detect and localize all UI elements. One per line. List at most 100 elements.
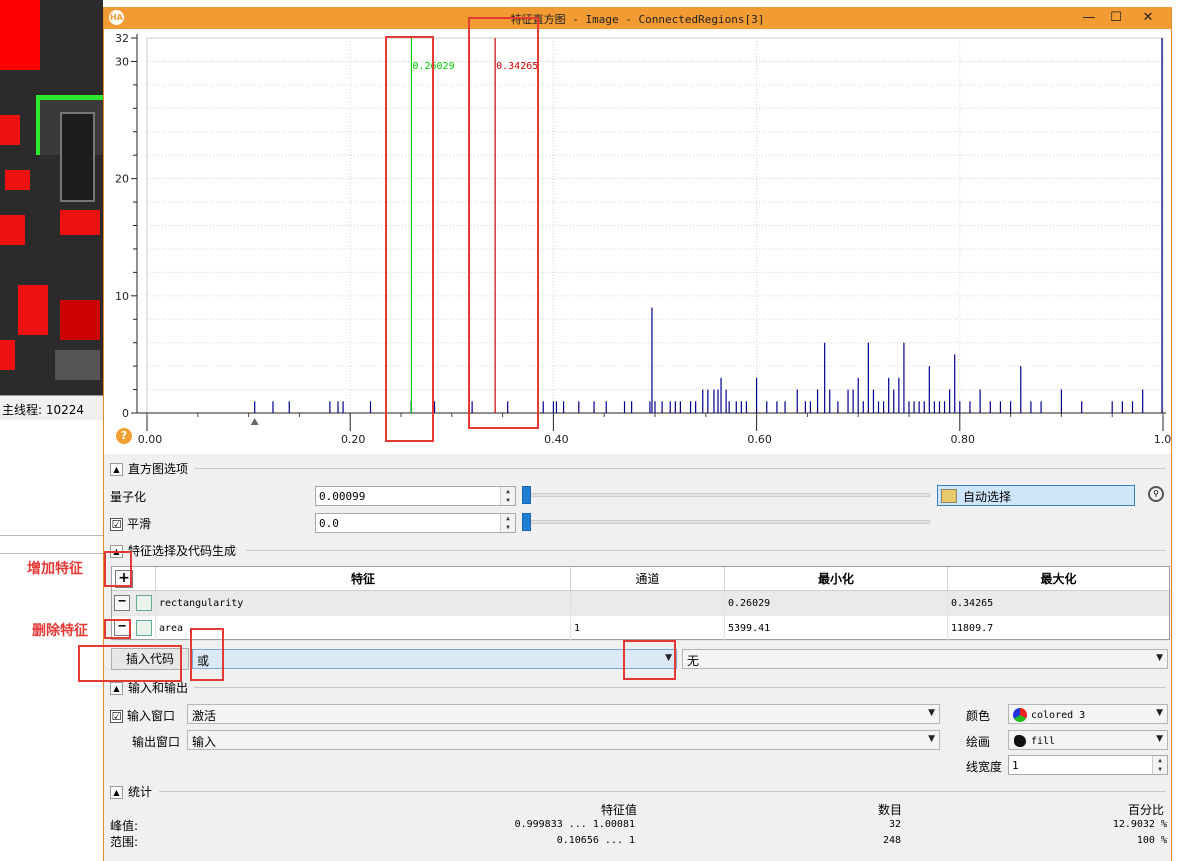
collapse-icon[interactable]: ▲ bbox=[110, 682, 123, 695]
smooth-slider-handle[interactable] bbox=[522, 513, 531, 531]
cell-max[interactable]: 11809.7 bbox=[948, 616, 1169, 641]
collapse-icon[interactable]: ▲ bbox=[110, 545, 123, 558]
column-header-min[interactable]: 最小化 bbox=[725, 567, 948, 591]
combine-select[interactable]: 或 ▼ bbox=[192, 649, 677, 669]
zoom-icon[interactable]: ⚲ bbox=[1148, 486, 1164, 502]
cell-channel[interactable] bbox=[571, 591, 725, 616]
cell-feature[interactable]: rectangularity bbox=[156, 591, 571, 616]
fill-shape-icon bbox=[1014, 735, 1026, 747]
quantize-stepper[interactable]: 0.00099 ▲ ▼ bbox=[315, 486, 516, 506]
x-tick-label: 0.60 bbox=[747, 433, 772, 446]
smooth-stepper[interactable]: 0.0 ▲ ▼ bbox=[315, 513, 516, 533]
color-select[interactable]: colored 3 ▼ bbox=[1008, 704, 1168, 724]
maximize-icon[interactable]: ☐ bbox=[1102, 7, 1130, 29]
quantize-slider-track[interactable] bbox=[525, 493, 930, 497]
cell-min[interactable]: 5399.41 bbox=[725, 616, 948, 641]
feature-chart-icon[interactable] bbox=[136, 595, 152, 611]
divider bbox=[0, 535, 103, 536]
quantize-slider-handle[interactable] bbox=[522, 486, 531, 504]
quantize-value: 0.00099 bbox=[319, 490, 366, 503]
column-header-feature[interactable]: 特征 bbox=[156, 567, 571, 591]
x-tick-label: 0.80 bbox=[951, 433, 976, 446]
red-region bbox=[0, 215, 25, 245]
chevron-down-icon[interactable]: ▼ bbox=[1156, 734, 1163, 744]
add-feature-button[interactable]: + bbox=[115, 570, 133, 588]
auto-select-icon bbox=[941, 489, 957, 503]
section-title: 直方图选项 bbox=[128, 462, 189, 476]
feature-chart-icon[interactable] bbox=[136, 620, 152, 636]
stepper-arrows-icon[interactable]: ▲ ▼ bbox=[500, 514, 515, 532]
draw-value: fill bbox=[1031, 736, 1056, 747]
range-marker-icon[interactable] bbox=[250, 418, 259, 425]
red-region bbox=[18, 285, 48, 335]
collapse-icon[interactable]: ▲ bbox=[110, 463, 123, 476]
cell-min[interactable]: 0.26029 bbox=[725, 591, 948, 616]
output-window-label: 输出窗口 bbox=[132, 735, 181, 749]
smooth-checkbox[interactable]: ☑ 平滑 bbox=[110, 515, 151, 532]
histogram-chart[interactable]: 0 10 20 30 32 0.00 0.20 0.40 0.60 0.80 1.00 0.26029… bbox=[104, 29, 1171, 454]
cell-feature[interactable]: area bbox=[156, 616, 571, 641]
io-header[interactable]: ▲ 输入和输出 bbox=[110, 679, 188, 696]
add-feature-cell: + bbox=[112, 567, 156, 591]
output-window-select[interactable]: 输入 ▼ bbox=[187, 730, 940, 750]
linewidth-label: 线宽度 bbox=[966, 760, 1003, 774]
cell-max[interactable]: 0.34265 bbox=[948, 591, 1169, 616]
chevron-down-icon[interactable]: ▼ bbox=[1156, 708, 1163, 718]
quantize-label: 量子化 bbox=[110, 490, 147, 504]
title-bar[interactable]: HA 特征直方图 - Image - ConnectedRegions[3] —… bbox=[104, 7, 1171, 29]
smooth-slider-track[interactable] bbox=[525, 520, 930, 524]
x-tick-label: 0.20 bbox=[341, 433, 366, 446]
image-display[interactable] bbox=[0, 0, 103, 395]
y-tick-label: 20 bbox=[115, 173, 129, 186]
stats-header-percent: 百分比 bbox=[1128, 803, 1165, 817]
auto-select-button[interactable]: 自动选择 bbox=[937, 485, 1135, 506]
x-tick-label: 1.00 bbox=[1154, 433, 1171, 446]
combine2-select[interactable]: 无 ▼ bbox=[682, 649, 1168, 669]
chevron-down-icon[interactable]: ▼ bbox=[928, 734, 935, 744]
linewidth-stepper[interactable]: 1 ▲ ▼ bbox=[1008, 755, 1168, 775]
delete-feature-button[interactable]: − bbox=[114, 620, 130, 636]
divider bbox=[246, 550, 1166, 551]
minimize-icon[interactable]: — bbox=[1075, 7, 1103, 29]
red-region bbox=[0, 340, 15, 370]
red-region bbox=[0, 0, 40, 70]
stats-header[interactable]: ▲ 统计 bbox=[110, 783, 152, 800]
histogram-plot[interactable]: 0 10 20 30 32 0.00 0.20 0.40 0.60 0.80 1.00 0.26029… bbox=[104, 29, 1171, 454]
collapse-icon[interactable]: ▲ bbox=[110, 786, 123, 799]
chevron-down-icon[interactable]: ▼ bbox=[1156, 653, 1163, 663]
smooth-check-icon[interactable]: ☑ bbox=[110, 518, 123, 531]
section-title: 输入和输出 bbox=[128, 681, 189, 695]
stepper-arrows-icon[interactable]: ▲ ▼ bbox=[1152, 756, 1167, 774]
feature-selection-header[interactable]: ▲ 特征选择及代码生成 bbox=[110, 542, 236, 559]
red-region bbox=[0, 115, 20, 145]
column-header-max[interactable]: 最大化 bbox=[948, 567, 1169, 591]
stats-row-label: 峰值: bbox=[110, 819, 139, 833]
close-icon[interactable]: ✕ bbox=[1129, 7, 1167, 29]
threshold-label: 0.34265 bbox=[496, 61, 538, 72]
x-tick-label: 0.00 bbox=[138, 433, 163, 446]
input-window-check-icon[interactable]: ☑ bbox=[110, 710, 123, 723]
divider bbox=[194, 687, 1166, 688]
input-window-select[interactable]: 激活 ▼ bbox=[187, 704, 940, 724]
histogram-options-header[interactable]: ▲ 直方图选项 bbox=[110, 460, 188, 477]
divider bbox=[194, 468, 1166, 469]
divider bbox=[159, 791, 1166, 792]
insert-code-button[interactable]: 插入代码 bbox=[111, 648, 189, 670]
stats-row-count: 248 bbox=[882, 835, 901, 846]
chevron-down-icon[interactable]: ▼ bbox=[928, 708, 935, 718]
color-value: colored 3 bbox=[1031, 710, 1086, 721]
stepper-arrows-icon[interactable]: ▲ ▼ bbox=[500, 487, 515, 505]
stats-row-value: 0.999833 ... 1.00081 bbox=[514, 819, 635, 830]
delete-feature-button[interactable]: − bbox=[114, 595, 130, 611]
cell-channel[interactable]: 1 bbox=[571, 616, 725, 641]
annotation-delete-feature: 删除特征 bbox=[32, 623, 88, 639]
column-header-channel[interactable]: 通道 bbox=[571, 567, 725, 591]
draw-select[interactable]: fill ▼ bbox=[1008, 730, 1168, 750]
y-tick-label: 30 bbox=[115, 55, 129, 68]
chevron-down-icon[interactable]: ▼ bbox=[665, 653, 672, 663]
y-tick-label: 32 bbox=[115, 32, 129, 45]
input-window-checkbox[interactable]: ☑ 输入窗口 bbox=[110, 707, 175, 724]
dark-region bbox=[55, 350, 100, 380]
red-region bbox=[60, 300, 100, 340]
help-icon[interactable]: ? bbox=[116, 428, 132, 444]
